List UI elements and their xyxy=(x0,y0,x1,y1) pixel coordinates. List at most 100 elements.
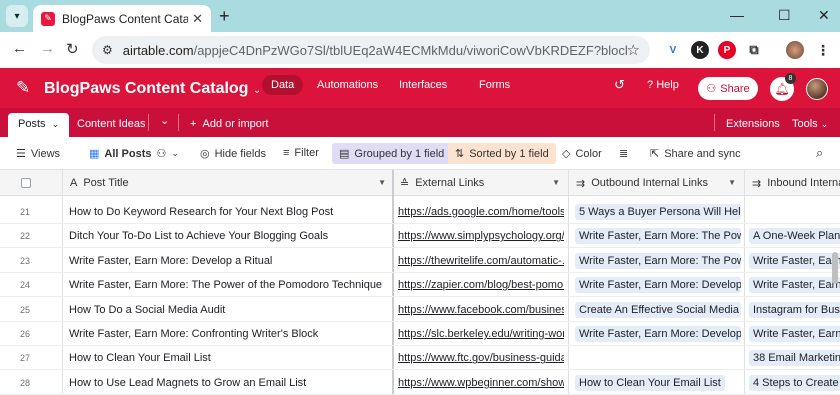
help-button[interactable]: ? Help xyxy=(647,79,679,91)
select-all-checkbox[interactable] xyxy=(21,178,31,188)
group-button[interactable]: ▤ Grouped by 1 field xyxy=(332,143,452,164)
table-row[interactable]: 21 How to Do Keyword Research for Your Ne… xyxy=(0,200,840,224)
nav-automations[interactable]: Automations xyxy=(317,79,378,91)
add-or-import-button[interactable]: + Add or import xyxy=(190,118,269,130)
tools-button[interactable]: Tools ⌄ xyxy=(792,118,828,130)
chevron-down-icon[interactable]: ▼ xyxy=(728,178,736,187)
maximize-icon[interactable]: ☐ xyxy=(778,7,791,24)
close-window-icon[interactable]: ✕ xyxy=(818,7,830,24)
column-header-external-links[interactable]: ≙ External Links ▼ xyxy=(392,170,568,196)
sort-button[interactable]: ⇅ Sorted by 1 field xyxy=(448,143,556,164)
views-button[interactable]: ☰ Views xyxy=(16,147,60,161)
linked-record-chip[interactable]: Write Faster, Earn More: Develop a Ri xyxy=(575,277,741,294)
external-link-cell[interactable]: https://slc.berkeley.edu/writing-wor... xyxy=(398,322,564,346)
post-title-cell[interactable]: How to Clean Your Email List xyxy=(69,346,389,370)
nav-forms[interactable]: Forms xyxy=(479,79,510,91)
inbound-links-cell[interactable]: A One-Week Plan To xyxy=(749,224,840,248)
table-row[interactable]: 28 How to Use Lead Magnets to Grow an Ema… xyxy=(0,371,840,395)
outbound-links-cell[interactable]: Create An Effective Social Media Mar xyxy=(575,298,741,322)
extensions-button[interactable]: Extensions xyxy=(726,118,780,130)
inbound-links-cell[interactable]: Write Faster, Earn M xyxy=(749,322,840,346)
outbound-links-cell[interactable]: Write Faster, Earn More: Develop a Ri xyxy=(575,273,741,297)
base-title[interactable]: BlogPaws Content Catalog ⌄ ⓘ xyxy=(44,80,283,98)
inbound-links-cell[interactable]: 4 Steps to Create a xyxy=(749,371,840,395)
linked-record-chip[interactable]: Write Faster, Earn More: The Power of xyxy=(575,228,741,245)
profile-avatar-icon[interactable] xyxy=(786,41,804,59)
external-link-cell[interactable]: https://www.wpbeginner.com/show... xyxy=(398,371,564,395)
outbound-links-cell[interactable]: How to Clean Your Email List xyxy=(575,371,741,395)
base-edit-icon[interactable]: ✎ xyxy=(16,78,30,98)
close-tab-icon[interactable]: ✕ xyxy=(192,11,203,27)
address-bar[interactable]: ⚙ airtable.com/appjeC4DnPzWGo7Sl/tblUEq2… xyxy=(92,36,650,64)
external-link-cell[interactable]: https://www.simplypsychology.org/... xyxy=(398,224,564,248)
column-header-post-title[interactable]: A Post Title ▼ xyxy=(62,170,394,196)
hide-fields-button[interactable]: ◎ Hide fields xyxy=(200,147,266,161)
outbound-links-cell[interactable]: Write Faster, Earn More: Develop a Ri xyxy=(575,322,741,346)
forward-icon[interactable]: → xyxy=(40,40,55,57)
outbound-links-cell[interactable]: Write Faster, Earn More: The Power of xyxy=(575,249,741,273)
history-icon[interactable]: ↺ xyxy=(614,77,625,93)
table-row[interactable]: 24 Write Faster, Earn More: The Power of … xyxy=(0,273,840,298)
pinterest-extension-icon[interactable]: P xyxy=(718,41,736,59)
browser-tab-active[interactable]: ✎ BlogPaws Content Catalog: Posts ✕ xyxy=(33,5,211,32)
column-header-inbound-links[interactable]: ⇉ Inbound Internal xyxy=(744,170,840,196)
table-row[interactable]: 26 Write Faster, Earn More: Confronting W… xyxy=(0,322,840,346)
post-title-cell[interactable]: Write Faster, Earn More: Confronting Wri… xyxy=(69,322,389,346)
color-button[interactable]: ◇ Color xyxy=(562,147,602,161)
new-tab-button[interactable]: + xyxy=(219,6,230,26)
linked-record-chip[interactable]: 5 Ways a Buyer Persona Will Help You xyxy=(575,204,741,220)
view-switcher[interactable]: ▦ All Posts ⚇ ⌄ xyxy=(89,147,179,161)
linked-record-chip[interactable]: Create An Effective Social Media Mar xyxy=(575,301,741,318)
external-link-cell[interactable]: https://www.facebook.com/busines... xyxy=(398,298,564,322)
table-tab-content-ideas[interactable]: Content Ideas xyxy=(77,118,146,130)
post-title-cell[interactable]: Write Faster, Earn More: Develop a Ritua… xyxy=(69,249,389,273)
vimeo-extension-icon[interactable]: V xyxy=(664,41,682,59)
bookmark-star-icon[interactable]: ☆ xyxy=(627,41,640,59)
vertical-scrollbar[interactable] xyxy=(832,252,838,284)
search-icon[interactable]: ⌕ xyxy=(816,145,823,161)
row-height-button[interactable]: ≣ xyxy=(619,147,628,160)
external-link-cell[interactable]: https://www.ftc.gov/business-guida... xyxy=(398,346,564,370)
share-button[interactable]: ⚇ Share xyxy=(698,77,758,100)
linked-record-chip[interactable]: Instagram for Busine xyxy=(749,301,840,318)
post-title-cell[interactable]: How to Use Lead Magnets to Grow an Email… xyxy=(69,371,389,395)
external-link-cell[interactable]: https://ads.google.com/home/tools... xyxy=(398,200,564,224)
linked-record-chip[interactable]: 4 Steps to Create a xyxy=(749,374,840,391)
linked-record-chip[interactable]: Write Faster, Earn More: The Power of xyxy=(575,252,741,269)
linked-record-chip[interactable]: 38 Email Marketing T xyxy=(749,350,840,367)
post-title-cell[interactable]: How to Do Keyword Research for Your Next… xyxy=(69,200,389,224)
chevron-down-icon[interactable]: ▼ xyxy=(552,178,560,187)
linked-record-chip[interactable]: Write Faster, Earn M xyxy=(749,252,840,269)
browser-menu-icon[interactable]: ⋮ xyxy=(814,41,832,59)
extensions-puzzle-icon[interactable]: ⧉ xyxy=(745,41,763,59)
external-link-cell[interactable]: https://thewritelife.com/automatic-... xyxy=(398,249,564,273)
inbound-links-cell[interactable]: Write Faster, Earn M xyxy=(749,249,840,273)
nav-interfaces[interactable]: Interfaces xyxy=(399,79,447,91)
linked-record-chip[interactable]: Write Faster, Earn M xyxy=(749,277,840,294)
table-row[interactable]: 22 Ditch Your To-Do List to Achieve Your … xyxy=(0,224,840,249)
column-header-outbound-links[interactable]: ⇉ Outbound Internal Links ▼ xyxy=(568,170,744,196)
user-avatar[interactable] xyxy=(806,78,828,100)
linked-record-chip[interactable]: Write Faster, Earn More: Develop a Ri xyxy=(575,326,741,342)
table-tab-posts[interactable]: Posts ⌄ xyxy=(8,113,70,137)
linked-record-chip[interactable]: A One-Week Plan To xyxy=(749,228,840,245)
reload-icon[interactable]: ↻ xyxy=(66,40,79,58)
post-title-cell[interactable]: Ditch Your To-Do List to Achieve Your Bl… xyxy=(69,224,389,248)
all-tables-chevron-icon[interactable]: ⌄ xyxy=(160,114,169,127)
outbound-links-cell[interactable]: 5 Ways a Buyer Persona Will Help You xyxy=(575,200,741,224)
site-info-icon[interactable]: ⚙ xyxy=(102,43,113,57)
back-icon[interactable]: ← xyxy=(12,40,27,57)
tab-search-button[interactable]: ▾ xyxy=(6,5,28,27)
post-title-cell[interactable]: Write Faster, Earn More: The Power of th… xyxy=(69,273,389,297)
linked-record-chip[interactable]: How to Clean Your Email List xyxy=(575,374,725,391)
minimize-icon[interactable]: — xyxy=(730,7,744,23)
inbound-links-cell[interactable]: Write Faster, Earn M xyxy=(749,273,840,297)
inbound-links-cell[interactable]: Instagram for Busine xyxy=(749,298,840,322)
nav-data[interactable]: Data xyxy=(262,75,304,95)
linked-record-chip[interactable]: Write Faster, Earn M xyxy=(749,326,840,342)
table-row[interactable]: 27 How to Clean Your Email List https://ww… xyxy=(0,346,840,371)
table-row[interactable]: 23 Write Faster, Earn More: Develop a Rit… xyxy=(0,249,840,273)
external-link-cell[interactable]: https://zapier.com/blog/best-pomo... xyxy=(398,273,564,297)
extension-k-icon[interactable]: K xyxy=(691,41,709,59)
post-title-cell[interactable]: How To Do a Social Media Audit xyxy=(69,298,389,322)
